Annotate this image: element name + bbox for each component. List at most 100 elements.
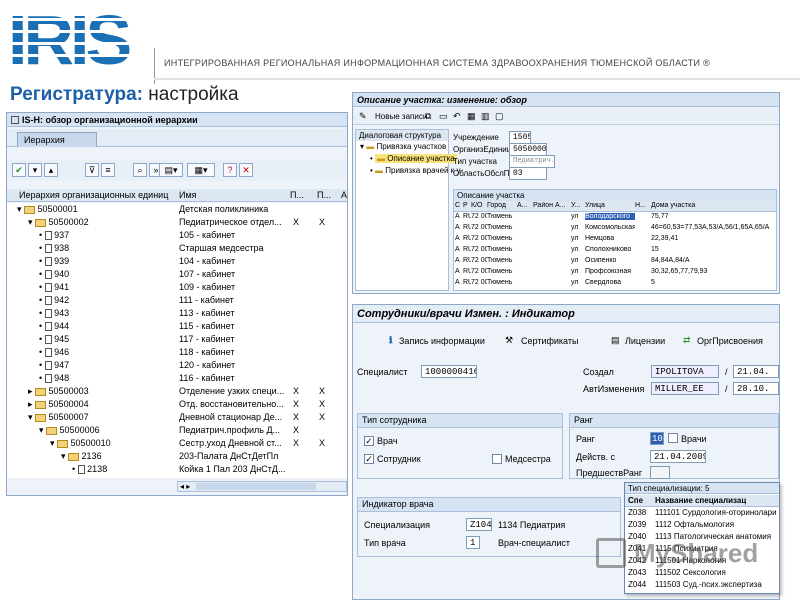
export-icon[interactable]: ▦▾ xyxy=(187,163,215,177)
area-cell[interactable]: 15 xyxy=(651,246,777,253)
list-item[interactable]: Z044 111503 Суд.-псих.экспертиза xyxy=(625,579,779,591)
window-menu-icon[interactable] xyxy=(11,116,19,124)
area-cell[interactable]: RU xyxy=(463,257,471,264)
filter-icon[interactable]: ⊽ xyxy=(85,163,99,177)
area-cell[interactable]: ул xyxy=(571,224,585,231)
table-row[interactable]: • 948 116 - кабинет xyxy=(7,372,347,385)
rank-doctors-checkbox[interactable] xyxy=(668,433,678,443)
area-cell[interactable]: RU xyxy=(463,246,471,253)
area-cell[interactable]: Тюмень xyxy=(487,235,517,242)
area-cell[interactable]: ул xyxy=(571,268,585,275)
table-row[interactable]: АRU72 000Тюмень улСполохниково 15 xyxy=(454,245,776,256)
table-row[interactable]: АRU72 000Тюмень улОсипенко 84,84А,84/А xyxy=(454,256,776,267)
service-area-field[interactable]: 03 xyxy=(509,167,547,180)
area-cell[interactable]: 46=60,53=77,53А,53/А,56/1,65А,65/А xyxy=(651,224,777,231)
table-row[interactable]: • 946 118 - кабинет xyxy=(7,346,347,359)
area-cell[interactable]: Профсоюзная xyxy=(585,268,635,275)
table-row[interactable]: ▾ 50500006 Педиатрич.профиль Д... X xyxy=(7,424,347,437)
area-cell[interactable]: А xyxy=(455,213,463,220)
table-row[interactable]: • 947 120 - кабинет xyxy=(7,359,347,372)
nurse-checkbox[interactable] xyxy=(492,454,502,464)
area-cell[interactable]: 72 000 xyxy=(471,268,487,275)
created-date-field[interactable]: 21.04. xyxy=(733,365,779,378)
table-row[interactable]: • 941 109 - кабинет xyxy=(7,281,347,294)
area-cell[interactable]: 84,84А,84/А xyxy=(651,257,777,264)
area-cell[interactable]: 72 000 xyxy=(471,246,487,253)
area-cell[interactable]: Свердлова xyxy=(585,279,635,286)
area-cell[interactable]: Сполохниково xyxy=(585,246,635,253)
area-col[interactable]: Район xyxy=(533,202,555,209)
list-item[interactable]: Z039 1112 Офтальмология xyxy=(625,519,779,531)
table-row[interactable]: • 942 111 - кабинет xyxy=(7,294,347,307)
record-info-button[interactable]: Запись информации xyxy=(399,336,485,346)
org-assignments-button[interactable]: ОргПрисвоения xyxy=(697,336,763,346)
area-cell[interactable]: RU xyxy=(463,268,471,275)
area-cell[interactable]: 72 000 xyxy=(471,235,487,242)
area-cell[interactable]: 72 000 xyxy=(471,213,487,220)
edit-icon[interactable]: ✎ xyxy=(359,111,367,122)
copy-icon[interactable]: ⧉ xyxy=(425,111,431,122)
area-col[interactable]: Город xyxy=(487,202,517,209)
licenses-button[interactable]: Лицензии xyxy=(625,336,665,346)
tab-hierarchy[interactable]: Иерархия xyxy=(17,132,97,147)
table-row[interactable]: ▾ 50500002 Педиатрическое отдел... X X xyxy=(7,216,347,229)
valid-from-field[interactable]: 21.04.2009 xyxy=(650,450,706,463)
tree-item-doctors[interactable]: • ▬ Привязка врачей к у xyxy=(356,166,460,179)
area-cell[interactable]: Тюмень xyxy=(487,268,517,275)
changed-by-field[interactable]: MILLER_EE xyxy=(651,382,719,395)
area-cell[interactable]: Тюмень xyxy=(487,246,517,253)
area-col[interactable]: А... xyxy=(517,202,533,209)
help-icon[interactable]: ? xyxy=(223,163,237,177)
area-cell[interactable]: Осипенко xyxy=(585,257,635,264)
area-cell[interactable]: 30,32,65,77,79,93 xyxy=(651,268,777,275)
area-cell[interactable]: 72 000 xyxy=(471,257,487,264)
specialization-field[interactable]: Z104 xyxy=(466,518,492,531)
area-cell[interactable]: Володарского xyxy=(585,213,635,220)
select-all-icon[interactable]: ▦ xyxy=(467,111,476,122)
doctor-type-field[interactable]: 1 xyxy=(466,536,480,549)
col-p1[interactable]: П... xyxy=(290,190,314,200)
table-row[interactable]: • 938 Старшая медсестра xyxy=(7,242,347,255)
col-p2[interactable]: П... xyxy=(317,190,341,200)
table-row[interactable]: АRU72 000Тюмень улСвердлова 5 xyxy=(454,278,776,289)
area-cell[interactable]: 72 000 xyxy=(471,224,487,231)
select-block-icon[interactable]: ▥ xyxy=(481,111,490,122)
table-row[interactable]: • 939 104 - кабинет xyxy=(7,255,347,268)
specialist-field[interactable]: 1000000416 xyxy=(421,365,477,378)
table-row[interactable]: АRU72 000Тюмень улНемцова 22,39,41 xyxy=(454,234,776,245)
table-row[interactable]: • 937 105 - кабинет xyxy=(7,229,347,242)
table-row[interactable]: АRU72 000Тюмень улКомсомольская 46=60,53=7… xyxy=(454,223,776,234)
area-cell[interactable]: RU xyxy=(463,235,471,242)
table-row[interactable]: • 2138 Койка 1 Пал 203 ДнСтД... xyxy=(7,463,347,476)
area-cell[interactable]: 72 000 xyxy=(471,279,487,286)
print-icon[interactable]: ▤▾ xyxy=(159,163,183,177)
close-icon[interactable]: ✕ xyxy=(239,163,253,177)
list-item[interactable]: Z038 111101 Сурдология-оториноларинго xyxy=(625,507,779,519)
area-col[interactable]: Н... xyxy=(635,202,651,209)
area-cell[interactable]: Тюмень xyxy=(487,257,517,264)
area-cell[interactable]: 5 xyxy=(651,279,777,286)
area-col[interactable]: Улица xyxy=(585,202,635,209)
area-col[interactable]: У... xyxy=(571,202,585,209)
area-cell[interactable]: ул xyxy=(571,213,585,220)
table-row[interactable]: ▸ 50500004 Отд. восстановительно... X X xyxy=(7,398,347,411)
col-hierarchy[interactable]: Иерархия организационных единиц xyxy=(19,190,177,200)
doctor-checkbox[interactable]: ✓ xyxy=(364,436,374,446)
area-cell[interactable]: А xyxy=(455,224,463,231)
area-cell[interactable]: RU xyxy=(463,224,471,231)
area-cell[interactable]: А xyxy=(455,246,463,253)
area-cell[interactable]: ул xyxy=(571,257,585,264)
area-cell[interactable]: Тюмень xyxy=(487,279,517,286)
area-col[interactable]: С xyxy=(455,202,463,209)
area-cell[interactable]: А xyxy=(455,268,463,275)
area-cell[interactable]: ул xyxy=(571,246,585,253)
area-col[interactable]: Дома участка xyxy=(651,202,777,209)
changed-date-field[interactable]: 28.10. xyxy=(733,382,779,395)
area-cell[interactable]: ул xyxy=(571,235,585,242)
table-row[interactable]: ▾ 2136 203-Палата ДнСтДетПл xyxy=(7,450,347,463)
area-cell[interactable]: 22,39,41 xyxy=(651,235,777,242)
org-hscroll[interactable]: ◂ ▸ xyxy=(177,481,347,492)
new-entries-button[interactable]: Новые записи xyxy=(375,112,427,121)
col-name[interactable]: Имя xyxy=(179,190,289,200)
table-row[interactable]: АRU72 000Тюмень улПрофсоюзная 30,32,65,77,… xyxy=(454,267,776,278)
